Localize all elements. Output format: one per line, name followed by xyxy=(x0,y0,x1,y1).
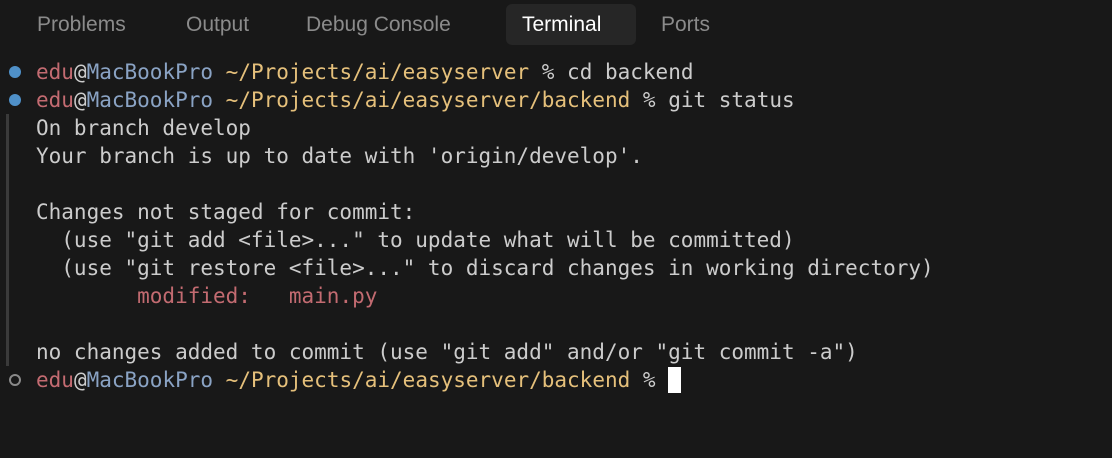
output-line: no changes added to commit (use "git add… xyxy=(36,340,858,364)
tab-terminal[interactable]: Terminal xyxy=(506,4,636,45)
terminal-command: cd backend xyxy=(567,60,694,84)
command-pending-decoration[interactable] xyxy=(9,374,21,386)
panel-tab-bar: Problems Output Debug Console Terminal P… xyxy=(0,0,1112,50)
output-line: (use "git restore <file>..." to discard … xyxy=(36,256,934,280)
terminal-panel: Problems Output Debug Console Terminal P… xyxy=(0,0,1112,458)
output-line: (use "git add <file>..." to update what … xyxy=(36,228,795,252)
modified-file-line: modified: main.py xyxy=(36,284,378,308)
output-line: Your branch is up to date with 'origin/d… xyxy=(36,144,643,168)
terminal-command: git status xyxy=(668,88,795,112)
terminal-prompt-line: edu@MacBookPro ~/Projects/ai/easyserver/… xyxy=(36,88,795,112)
command-output-gutter xyxy=(6,114,9,366)
command-success-decoration[interactable] xyxy=(9,94,21,106)
output-line: Changes not staged for commit: xyxy=(36,200,416,224)
modified-file-name: main.py xyxy=(288,284,378,308)
terminal-output[interactable]: edu@MacBookPro ~/Projects/ai/easyserver … xyxy=(0,58,1112,458)
tab-output[interactable]: Output xyxy=(170,4,265,45)
terminal-prompt-line: edu@MacBookPro ~/Projects/ai/easyserver/… xyxy=(36,366,682,394)
terminal-cursor[interactable] xyxy=(668,367,682,393)
tab-debug-console[interactable]: Debug Console xyxy=(290,4,467,45)
command-success-decoration[interactable] xyxy=(9,66,21,78)
output-line: On branch develop xyxy=(36,116,251,140)
terminal-prompt-line: edu@MacBookPro ~/Projects/ai/easyserver … xyxy=(36,60,694,84)
tab-ports[interactable]: Ports xyxy=(645,4,726,45)
tab-problems[interactable]: Problems xyxy=(21,4,142,45)
